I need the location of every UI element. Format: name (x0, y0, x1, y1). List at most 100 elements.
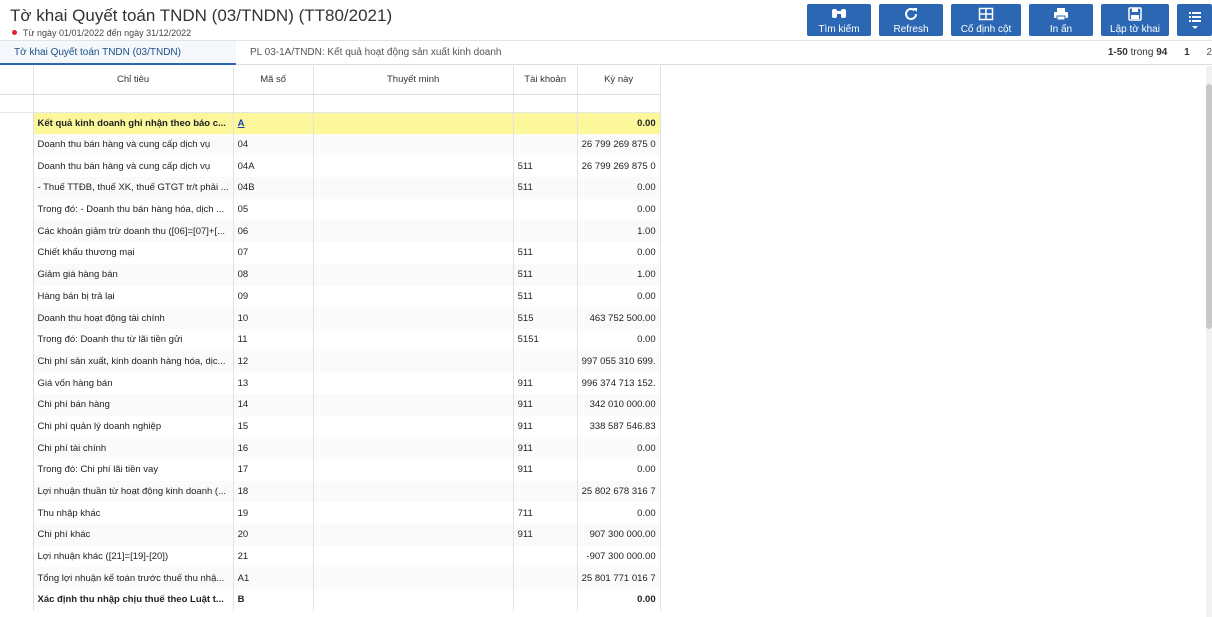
indicator-cell: Kết quả kinh doanh ghi nhận theo báo c..… (33, 112, 234, 134)
account-cell (513, 198, 578, 221)
indicator-cell: Lợi nhuận thuần từ hoạt động kinh doanh … (33, 480, 234, 503)
table-row[interactable]: Giá vốn hàng bán 13 911 996 374 713 152. (0, 372, 661, 394)
note-cell (313, 155, 514, 178)
row-number-cell (0, 459, 34, 481)
amount-cell: 0.00 (577, 459, 661, 481)
code-cell: 12 (233, 350, 314, 373)
refresh-icon (879, 7, 943, 23)
account-cell: 511 (513, 242, 578, 264)
table-row[interactable]: Doanh thu hoạt động tài chính 10 515 463 75… (0, 307, 661, 329)
table-row[interactable]: Chi phí bán hàng 14 911 342 010 000.00 (0, 393, 661, 416)
save-icon (1101, 7, 1169, 23)
note-cell (313, 393, 514, 416)
col-header-code[interactable]: Mã số (233, 66, 314, 95)
code-cell: 04B (233, 177, 314, 199)
create-declaration-button[interactable]: Lập tờ khai (1101, 4, 1169, 36)
filter-amount[interactable] (577, 94, 661, 113)
tab-declaration[interactable]: Tờ khai Quyết toán TNDN (03/TNDN) (TT80/… (0, 41, 236, 81)
amount-cell: 996 374 713 152. (577, 372, 661, 394)
table-row[interactable]: Hàng bán bị trả lại 09 511 0.00 (0, 285, 661, 308)
filter-code[interactable] (233, 94, 314, 113)
note-cell (313, 177, 514, 199)
page-1-link[interactable]: 1 (1184, 47, 1190, 58)
page-2-link[interactable]: 2 (1206, 47, 1212, 58)
page-title: Tờ khai Quyết toán TNDN (03/TNDN) (TT80/… (10, 6, 393, 25)
filter-row (0, 94, 661, 113)
table-row[interactable]: Thu nhập khác 19 711 0.00 (0, 502, 661, 525)
table-row[interactable]: Chi phí tài chính 16 911 0.00 (0, 437, 661, 459)
col-header-amount[interactable]: Kỳ này (577, 66, 661, 95)
row-number-cell (0, 155, 34, 178)
table-row[interactable]: Trong đó: Chi phí lãi tiền vay 17 911 0.00 (0, 459, 661, 481)
code-cell: 17 (233, 459, 314, 481)
amount-cell: 1.00 (577, 220, 661, 243)
search-button[interactable]: Tìm kiếm (807, 4, 871, 36)
indicator-cell: Giảm giá hàng bán (33, 263, 234, 286)
row-number-cell (0, 133, 34, 156)
row-number-cell (0, 242, 34, 264)
filter-account[interactable] (513, 94, 578, 113)
code-link[interactable]: A (238, 118, 245, 129)
header-row: Chỉ tiêu Mã số Thuyết minh Tài khoản Kỳ … (0, 66, 661, 95)
columns-icon (951, 7, 1021, 23)
col-header-account[interactable]: Tài khoản (513, 66, 578, 95)
account-cell: 911 (513, 372, 578, 394)
code-cell: 08 (233, 263, 314, 286)
table-row[interactable]: - Thuế TTĐB, thuế XK, thuế GTGT tr/t phả… (0, 177, 661, 199)
table-row[interactable]: Doanh thu bán hàng và cung cấp dịch vụ 04… (0, 155, 661, 178)
code-cell: B (233, 589, 314, 611)
amount-cell: 463 752 500.00 (577, 307, 661, 329)
account-cell: 511 (513, 177, 578, 199)
table-row[interactable]: Lợi nhuận thuần từ hoạt động kinh doanh … (0, 480, 661, 503)
table-row[interactable]: Doanh thu bán hàng và cung cấp dịch vụ 04… (0, 133, 661, 156)
table-row[interactable]: Kết quả kinh doanh ghi nhận theo báo c..… (0, 112, 661, 134)
filter-indicator[interactable] (33, 94, 234, 113)
table-row[interactable]: Chi phí sản xuất, kinh doanh hàng hóa, d… (0, 350, 661, 373)
table-row[interactable]: Các khoản giảm trừ doanh thu ([06]=[07]+… (0, 220, 661, 243)
code-cell: A (233, 112, 314, 134)
row-number-cell (0, 415, 34, 438)
table-row[interactable]: Giảm giá hàng bán 08 511 1.00 (0, 263, 661, 286)
account-cell (513, 545, 578, 568)
pager-of: trong (1130, 47, 1154, 58)
table-row[interactable]: Trong đó: Doanh thu từ lãi tiền gửi 11 515… (0, 328, 661, 351)
table-row[interactable]: Chiết khấu thương mại 07 511 0.00 (0, 242, 661, 264)
indicator-cell: Lợi nhuận khác ([21]=[19]-[20]) (33, 545, 234, 568)
note-cell (313, 307, 514, 329)
amount-cell: 338 587 546.83 (577, 415, 661, 438)
code-cell: 14 (233, 393, 314, 416)
account-cell: 911 (513, 393, 578, 416)
refresh-button[interactable]: Refresh (879, 4, 943, 36)
col-header-indicator[interactable]: Chỉ tiêu (33, 66, 234, 95)
indicator-cell: Chi phí bán hàng (33, 393, 234, 416)
scrollbar-thumb[interactable] (1206, 84, 1212, 329)
row-number-cell (0, 437, 34, 459)
account-cell (513, 589, 578, 611)
table-row[interactable]: Xác định thu nhập chịu thuế theo Luật t.… (0, 589, 661, 611)
indicator-cell: Chi phí quản lý doanh nghiệp (33, 415, 234, 438)
pager: 1-50 trong 94 1 2 (1108, 41, 1212, 65)
row-number-cell (0, 502, 34, 525)
code-cell: 20 (233, 524, 314, 546)
code-cell: 19 (233, 502, 314, 525)
table-row[interactable]: Tổng lợi nhuận kế toán trước thuế thu nh… (0, 567, 661, 590)
col-header-note[interactable]: Thuyết minh (313, 66, 514, 95)
menu-button[interactable] (1177, 4, 1212, 36)
table-row[interactable]: Chi phí khác 20 911 907 300 000.00 (0, 524, 661, 546)
table-row[interactable]: Trong đó: - Doanh thu bán hàng hóa, dịch… (0, 198, 661, 221)
code-cell: 15 (233, 415, 314, 438)
amount-cell: 997 055 310 699. (577, 350, 661, 373)
amount-cell: 0.00 (577, 242, 661, 264)
indicator-cell: Chi phí sản xuất, kinh doanh hàng hóa, d… (33, 350, 234, 373)
table-row[interactable]: Chi phí quản lý doanh nghiệp 15 911 338 587… (0, 415, 661, 438)
freeze-column-button[interactable]: Cố định cột (951, 4, 1021, 36)
code-cell: 06 (233, 220, 314, 243)
table-row[interactable]: Lợi nhuận khác ([21]=[19]-[20]) 21 -907 30… (0, 545, 661, 568)
filter-note[interactable] (313, 94, 514, 113)
print-button[interactable]: In ấn (1029, 4, 1093, 36)
tab-appendix-03-1a[interactable]: PL 03-1A/TNDN: Kết quả hoạt động sản xuấ… (236, 41, 515, 65)
indicator-cell: Doanh thu hoạt động tài chính (33, 307, 234, 329)
vertical-scrollbar[interactable] (1206, 66, 1212, 617)
code-cell: 13 (233, 372, 314, 394)
account-cell: 515 (513, 307, 578, 329)
